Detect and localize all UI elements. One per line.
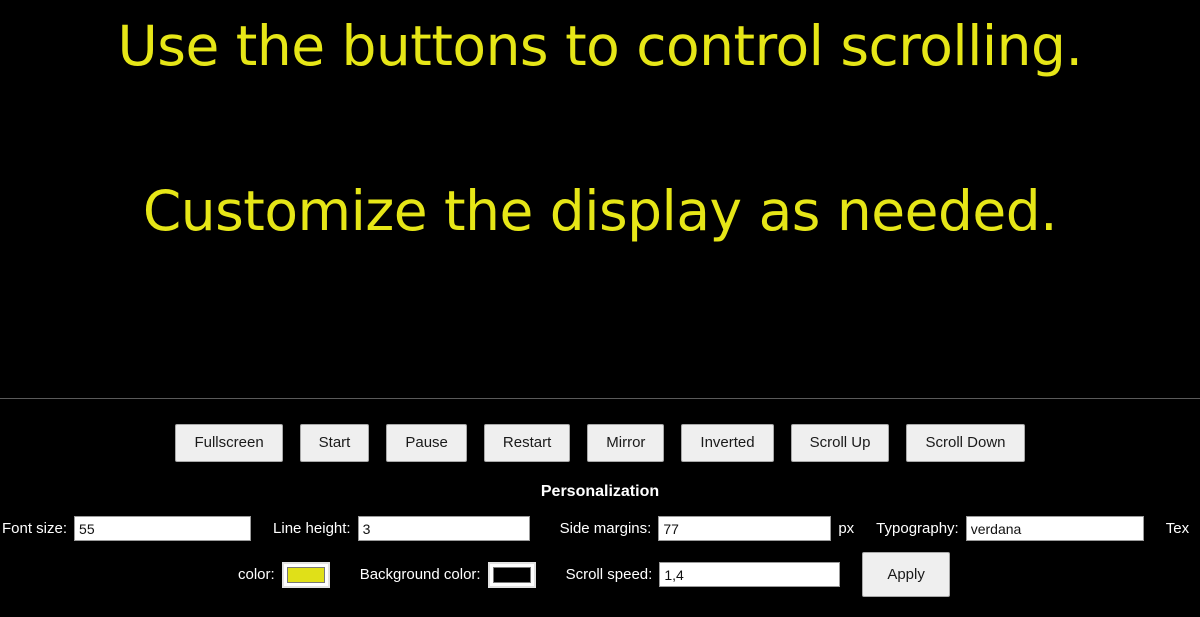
side-margins-label: Side margins: <box>559 520 652 537</box>
scroll-speed-label: Scroll speed: <box>565 566 653 583</box>
inverted-button[interactable]: Inverted <box>681 424 774 462</box>
personalization-row-2: color: Background color: Scroll speed: A… <box>0 552 1200 597</box>
typography-input[interactable] <box>965 516 1144 541</box>
side-margins-input[interactable] <box>658 516 832 541</box>
scroll-speed-input[interactable] <box>659 562 841 587</box>
font-size-input[interactable] <box>74 516 252 541</box>
teleprompter-app: Use the buttons to control scrolling. Cu… <box>0 0 1200 617</box>
background-color-label: Background color: <box>359 566 481 583</box>
personalization-row-1: Font size: Line height: Side margins: px… <box>0 516 1200 541</box>
side-margins-unit: px <box>838 520 855 537</box>
controls-panel: Fullscreen Start Pause Restart Mirror In… <box>0 399 1200 617</box>
text-color-label-wrapped: color: <box>238 566 275 583</box>
background-color-fill <box>492 566 531 583</box>
scroll-down-button[interactable]: Scroll Down <box>906 424 1025 462</box>
typography-label: Typography: <box>876 520 959 537</box>
prompter-line-1: Use the buttons to control scrolling. <box>117 14 1083 78</box>
fullscreen-button[interactable]: Fullscreen <box>175 424 283 462</box>
pause-button[interactable]: Pause <box>386 424 467 462</box>
control-button-row: Fullscreen Start Pause Restart Mirror In… <box>0 399 1200 462</box>
start-button[interactable]: Start <box>299 424 370 462</box>
personalization-heading: Personalization <box>540 483 660 500</box>
prompter-display[interactable]: Use the buttons to control scrolling. Cu… <box>0 0 1200 398</box>
restart-button[interactable]: Restart <box>483 424 571 462</box>
background-color-swatch[interactable] <box>487 561 536 588</box>
prompter-line-2: Customize the display as needed. <box>142 179 1058 243</box>
text-color-swatch[interactable] <box>281 561 330 588</box>
font-size-label: Font size: <box>2 520 68 537</box>
mirror-button[interactable]: Mirror <box>587 424 665 462</box>
apply-button[interactable]: Apply <box>862 552 950 597</box>
text-color-fill <box>286 566 325 583</box>
scroll-up-button[interactable]: Scroll Up <box>790 424 890 462</box>
prompter-text-container: Use the buttons to control scrolling. Cu… <box>0 0 1200 294</box>
line-height-label: Line height: <box>273 520 351 537</box>
text-color-label-clipped: Tex <box>1165 520 1190 537</box>
line-height-input[interactable] <box>357 516 530 541</box>
